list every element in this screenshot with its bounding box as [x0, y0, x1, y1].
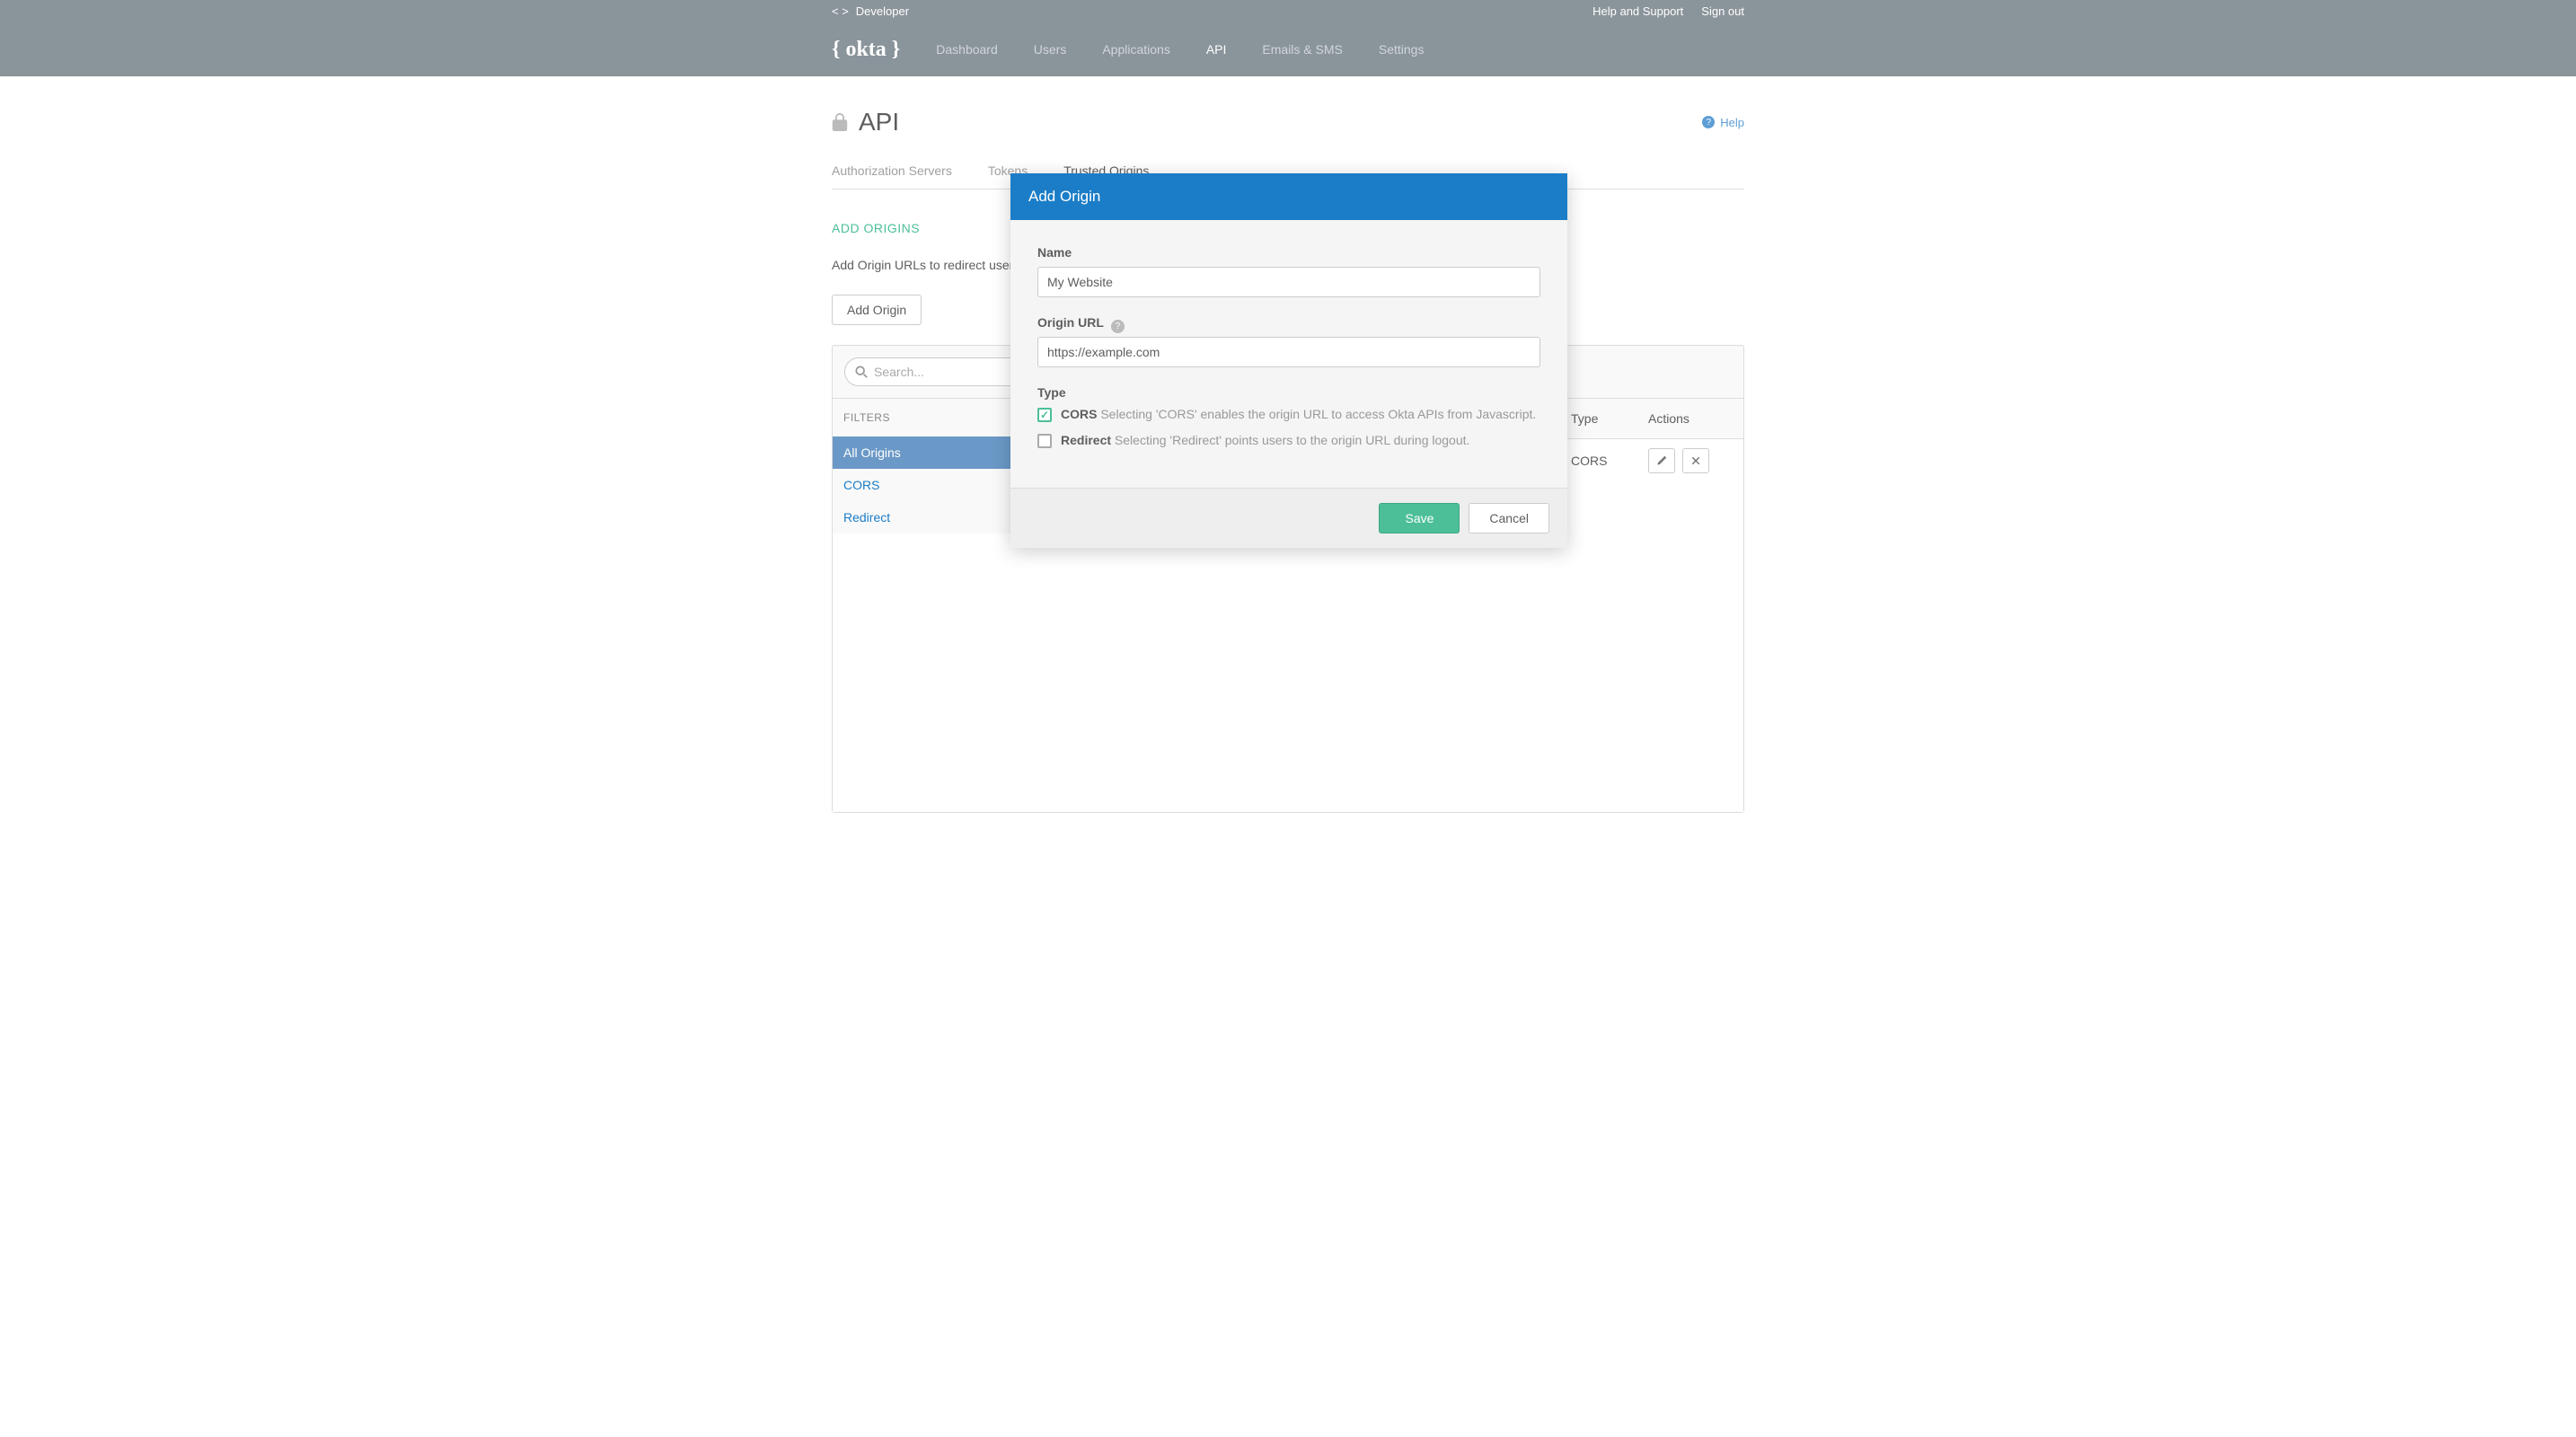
nav-users[interactable]: Users — [1034, 42, 1067, 57]
delete-button[interactable] — [1682, 448, 1709, 473]
col-header-actions: Actions — [1639, 399, 1743, 438]
help-text: Help — [1720, 116, 1744, 129]
code-icon: < > — [832, 4, 849, 18]
lock-icon — [832, 113, 848, 131]
name-input[interactable] — [1037, 267, 1540, 297]
cors-desc: Selecting 'CORS' enables the origin URL … — [1100, 407, 1536, 421]
search-icon — [855, 366, 868, 378]
col-header-type: Type — [1562, 399, 1639, 438]
help-circle-icon: ? — [1702, 116, 1715, 128]
navbar: { okta } Dashboard Users Applications AP… — [0, 22, 2576, 76]
developer-label: Developer — [856, 4, 909, 18]
redirect-checkbox[interactable] — [1037, 434, 1052, 448]
cancel-button[interactable]: Cancel — [1469, 503, 1549, 533]
tab-auth-servers[interactable]: Authorization Servers — [832, 163, 952, 178]
nav-settings[interactable]: Settings — [1379, 42, 1425, 57]
type-label: Type — [1037, 385, 1540, 400]
sign-out-link[interactable]: Sign out — [1701, 4, 1744, 18]
add-origin-button[interactable]: Add Origin — [832, 295, 922, 325]
origin-url-label: Origin URL — [1037, 315, 1104, 330]
cors-checkbox[interactable] — [1037, 408, 1052, 422]
name-label: Name — [1037, 245, 1540, 260]
nav-dashboard[interactable]: Dashboard — [936, 42, 998, 57]
row-type-value: CORS — [1571, 454, 1648, 468]
edit-button[interactable] — [1648, 448, 1675, 473]
topbar: < > Developer Help and Support Sign out — [0, 0, 2576, 22]
save-button[interactable]: Save — [1379, 503, 1460, 533]
cors-label: CORS — [1061, 407, 1097, 421]
page-title: API — [859, 108, 899, 137]
filter-redirect[interactable]: Redirect — [833, 501, 1015, 533]
redirect-label: Redirect — [1061, 433, 1111, 447]
modal-header: Add Origin — [1010, 173, 1567, 220]
nav-applications[interactable]: Applications — [1102, 42, 1170, 57]
close-icon — [1690, 455, 1701, 466]
table-row: CORS — [1562, 439, 1743, 482]
page-content: API ? Help Authorization Servers Tokens … — [832, 76, 1744, 813]
help-icon[interactable]: ? — [1111, 320, 1125, 333]
filter-cors[interactable]: CORS — [833, 469, 1015, 501]
add-origin-modal: Add Origin Name Origin URL ? Type CORS — [1010, 173, 1567, 548]
redirect-desc: Selecting 'Redirect' points users to the… — [1115, 433, 1470, 447]
okta-logo: { okta } — [832, 38, 900, 62]
nav-emails-sms[interactable]: Emails & SMS — [1262, 42, 1342, 57]
nav-api[interactable]: API — [1206, 42, 1227, 57]
filters-header: FILTERS — [833, 398, 1015, 436]
help-link[interactable]: ? Help — [1702, 116, 1744, 129]
data-column: Type Actions CORS — [1562, 398, 1743, 533]
filters-column: FILTERS All Origins CORS Redirect — [833, 398, 1016, 533]
filter-all-origins[interactable]: All Origins — [833, 436, 1015, 469]
origin-url-input[interactable] — [1037, 337, 1540, 367]
help-support-link[interactable]: Help and Support — [1592, 4, 1683, 18]
modal-title: Add Origin — [1028, 188, 1549, 206]
pencil-icon — [1656, 455, 1667, 466]
